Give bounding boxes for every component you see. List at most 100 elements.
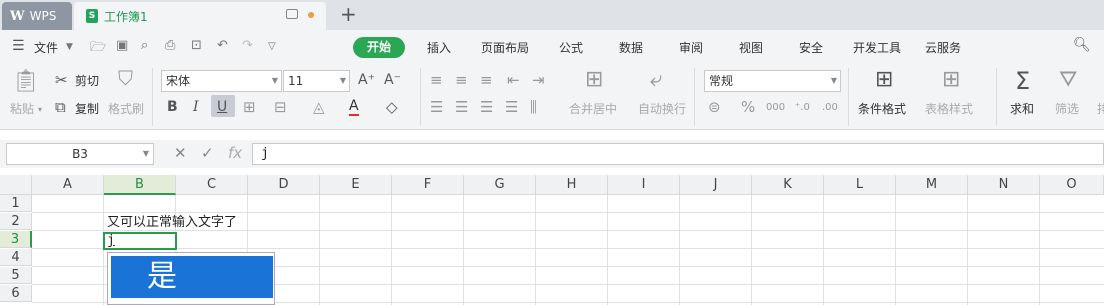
table-style-icon[interactable]: ⊞ [942, 68, 960, 92]
new-tab-button[interactable]: + [340, 3, 357, 25]
number-format-select[interactable]: 常规 ▼ [704, 70, 841, 92]
fill-style-icon[interactable]: ⊟ [274, 99, 287, 115]
increase-decimal-icon[interactable]: ⁺.0 [795, 100, 810, 116]
tab-view[interactable]: 视图 [739, 39, 763, 56]
column-header-f[interactable]: F [392, 175, 464, 195]
tab-start[interactable]: 开始 [353, 37, 405, 58]
paste-dropdown-icon[interactable]: ▾ [38, 102, 42, 118]
column-header-c[interactable]: C [176, 175, 248, 195]
cancel-icon[interactable]: ✕ [174, 144, 187, 162]
merge-center-icon[interactable]: ⊞ [585, 68, 603, 92]
thousands-icon[interactable]: 000 [766, 100, 785, 116]
copy-button[interactable]: 复制 [75, 100, 99, 117]
row-header-4[interactable]: 4 [0, 249, 32, 266]
tab-review[interactable]: 审阅 [679, 39, 703, 56]
italic-icon[interactable]: I [193, 99, 199, 115]
cell-b2[interactable]: 又可以正常输入文字了 [107, 214, 237, 231]
search-icon[interactable]: 🔍︎ [1073, 37, 1091, 53]
column-header-l[interactable]: L [824, 175, 896, 195]
tab-developer[interactable]: 开发工具 [853, 39, 901, 56]
filter-button[interactable]: 筛选 [1055, 100, 1079, 117]
column-header-e[interactable]: E [320, 175, 392, 195]
row-header-1[interactable]: 1 [0, 195, 32, 212]
column-header-g[interactable]: G [464, 175, 536, 195]
auto-wrap-button[interactable]: 自动换行 [638, 100, 686, 117]
border-icon[interactable]: ⊞ [243, 99, 256, 115]
open-folder-icon[interactable]: 🗁 [90, 38, 106, 60]
function-icon[interactable]: fx [228, 144, 242, 162]
tab-page-layout[interactable]: 页面布局 [481, 39, 529, 56]
customize-toolbar-icon[interactable]: ▽ [268, 41, 276, 52]
decrease-decimal-icon[interactable]: .00 [822, 100, 838, 116]
table-style-button[interactable]: 表格样式 [925, 100, 973, 117]
distributed-align-icon[interactable]: ⫼ [530, 99, 537, 115]
column-header-h[interactable]: H [536, 175, 608, 195]
conditional-format-icon[interactable]: ⊞ [875, 68, 893, 92]
save-icon[interactable]: ▣ [116, 38, 128, 53]
paste-button[interactable]: 粘贴 [10, 100, 34, 117]
column-header-d[interactable]: D [248, 175, 320, 195]
decrease-font-icon[interactable]: A⁻ [384, 72, 401, 88]
copy-icon[interactable]: ⧉ [55, 99, 66, 115]
increase-indent-icon[interactable]: ⇥ [532, 72, 545, 88]
column-header-n[interactable]: N [968, 175, 1040, 195]
column-header-m[interactable]: M [896, 175, 968, 195]
formula-input[interactable]: j [252, 143, 1104, 165]
justify-icon[interactable]: ☰ [505, 99, 518, 115]
fill-color-icon[interactable]: ◬ [313, 99, 325, 115]
column-header-j[interactable]: J [680, 175, 752, 195]
column-header-a[interactable]: A [32, 175, 104, 195]
ime-candidate[interactable]: 是 [111, 256, 273, 298]
format-painter-button[interactable]: 格式刷 [108, 100, 144, 117]
tab-data[interactable]: 数据 [619, 39, 643, 56]
print-icon[interactable]: ⎙ [165, 38, 175, 53]
undo-icon[interactable]: ↶ [217, 38, 228, 53]
align-bottom-icon[interactable]: ≡ [480, 72, 493, 88]
clear-format-icon[interactable]: ◇ [386, 99, 398, 115]
align-middle-icon[interactable]: ≡ [455, 72, 468, 88]
search-doc-icon[interactable]: ⌕ [141, 38, 148, 53]
hamburger-menu-icon[interactable]: ☰ [12, 38, 25, 54]
wrap-text-icon[interactable]: ⤶ [650, 68, 662, 92]
increase-font-icon[interactable]: A⁺ [358, 72, 375, 88]
print-preview-icon[interactable]: ⊡ [191, 38, 202, 53]
font-color-icon[interactable]: A [349, 98, 359, 116]
monitor-icon[interactable] [286, 9, 298, 19]
tab-security[interactable]: 安全 [799, 39, 823, 56]
row-header-5[interactable]: 5 [0, 267, 32, 284]
merge-center-button[interactable]: 合并居中 [569, 100, 617, 117]
scissors-icon[interactable]: ✂ [55, 72, 68, 88]
tab-wps-home[interactable]: W WPS [2, 2, 72, 30]
align-top-icon[interactable]: ≡ [430, 72, 443, 88]
cut-button[interactable]: 剪切 [75, 72, 99, 89]
filter-icon[interactable]: ⛛ [1059, 68, 1077, 92]
column-header-k[interactable]: K [752, 175, 824, 195]
redo-icon[interactable]: ↷ [242, 38, 253, 53]
tab-cloud-service[interactable]: 云服务 [925, 39, 961, 56]
row-header-6[interactable]: 6 [0, 285, 32, 302]
cell-b3[interactable]: j [107, 232, 115, 249]
align-left-icon[interactable]: ☰ [430, 99, 443, 115]
row-header-3[interactable]: 3 [0, 231, 32, 248]
sum-icon[interactable]: Σ [1015, 68, 1030, 94]
sort-button[interactable]: 排 [1097, 100, 1104, 117]
font-name-select[interactable]: 宋体 ▼ [161, 70, 282, 92]
decrease-indent-icon[interactable]: ⇤ [507, 72, 520, 88]
currency-icon[interactable]: ⊜ [708, 99, 721, 115]
column-header-o[interactable]: O [1040, 175, 1104, 195]
format-painter-icon[interactable]: ⛉ [118, 68, 133, 88]
align-center-icon[interactable]: ☰ [455, 99, 468, 115]
font-size-select[interactable]: 11 ▼ [283, 70, 350, 92]
tab-workbook[interactable]: S 工作簿1 [74, 2, 326, 30]
row-header-2[interactable]: 2 [0, 213, 32, 230]
spreadsheet-grid[interactable]: A B C D E F G H I J K L M N O 1 2 3 4 5 … [0, 175, 1104, 305]
align-right-icon[interactable]: ☰ [480, 99, 493, 115]
confirm-icon[interactable]: ✓ [201, 144, 214, 162]
select-all-corner[interactable] [0, 175, 32, 195]
column-header-b[interactable]: B [104, 175, 176, 195]
menu-file[interactable]: 文件 [34, 39, 58, 56]
tab-formulas[interactable]: 公式 [559, 39, 583, 56]
percent-icon[interactable]: % [741, 99, 755, 115]
column-header-i[interactable]: I [608, 175, 680, 195]
conditional-format-button[interactable]: 条件格式 [858, 100, 906, 117]
